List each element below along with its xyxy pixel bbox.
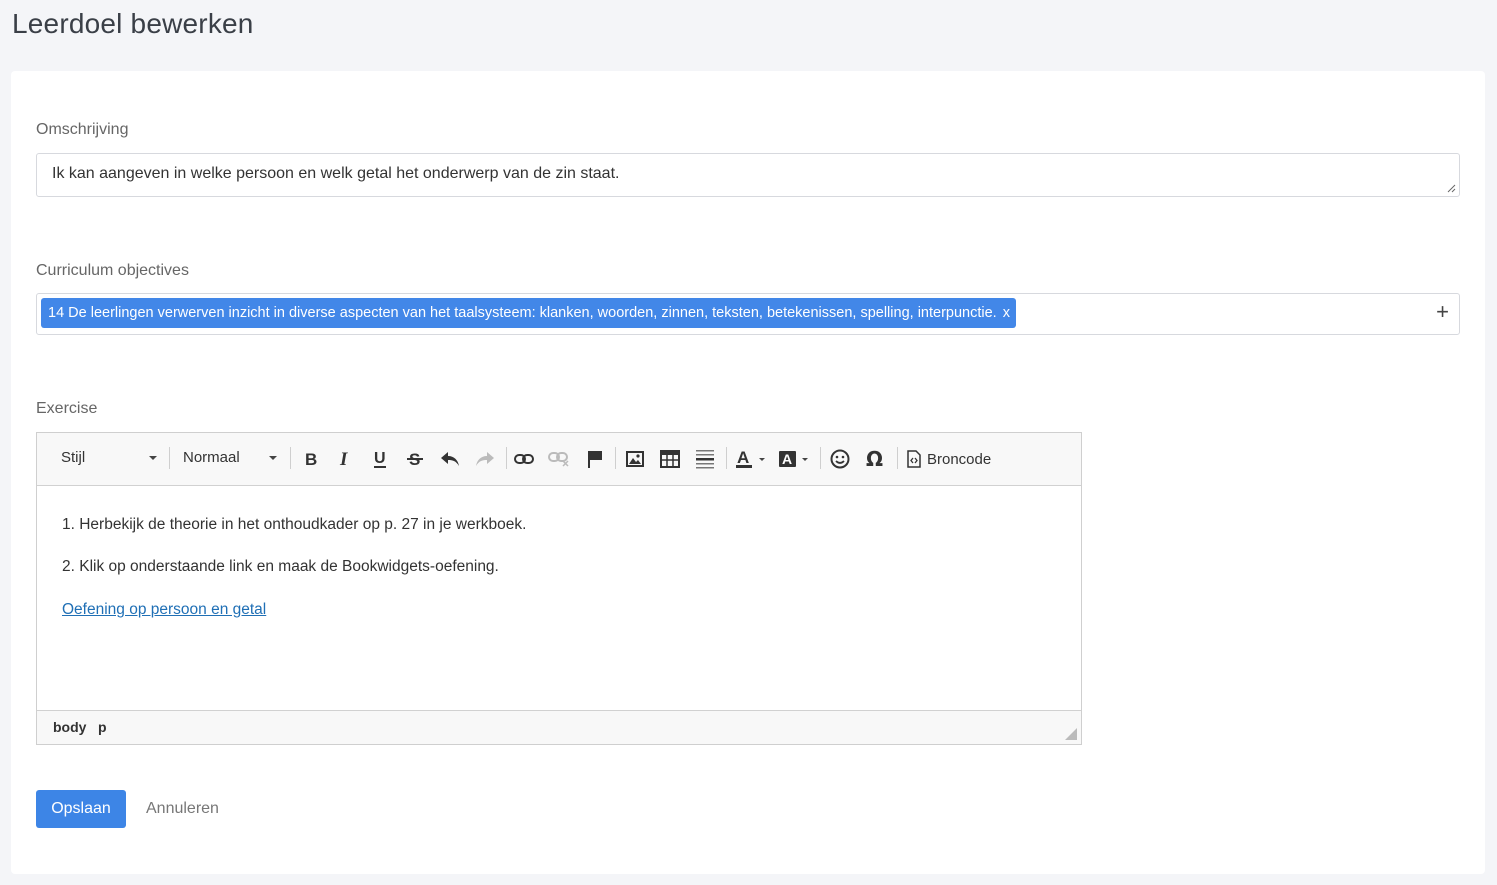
svg-text:A: A — [737, 449, 749, 467]
rich-text-editor: Stijl Normaal B I U S A A Ω Broncode 1. … — [36, 432, 1082, 745]
source-code-icon — [907, 450, 921, 468]
background-color-icon[interactable]: A — [777, 446, 811, 472]
chevron-down-icon — [149, 456, 157, 460]
strikethrough-icon[interactable]: S — [402, 446, 428, 472]
bold-icon[interactable]: B — [298, 446, 324, 472]
exercise-line-2: 2. Klik op onderstaande link en maak de … — [62, 558, 499, 575]
description-textarea[interactable]: Ik kan aangeven in welke persoon en welk… — [36, 153, 1460, 197]
resize-grip-icon[interactable] — [1447, 184, 1456, 193]
smiley-icon[interactable] — [827, 446, 853, 472]
text-color-icon[interactable]: A — [734, 446, 768, 472]
toolbar-divider — [820, 447, 821, 469]
path-p[interactable]: p — [98, 719, 107, 735]
curriculum-tag-text: 14 De leerlingen verwerven inzicht in di… — [48, 305, 997, 321]
table-icon[interactable] — [657, 446, 683, 472]
svg-text:B: B — [305, 450, 317, 468]
cancel-link[interactable]: Annuleren — [146, 800, 219, 818]
description-label: Omschrijving — [36, 121, 129, 138]
editor-statusbar: body p — [37, 710, 1081, 744]
image-icon[interactable] — [622, 446, 648, 472]
curriculum-tags-input[interactable]: 14 De leerlingen verwerven inzicht in di… — [36, 293, 1460, 335]
anchor-flag-icon[interactable] — [582, 446, 608, 472]
editor-toolbar: Stijl Normaal B I U S A A Ω Broncode — [37, 433, 1081, 486]
redo-icon[interactable] — [472, 446, 498, 472]
special-char-omega-icon[interactable]: Ω — [862, 446, 888, 472]
unlink-icon[interactable] — [546, 446, 572, 472]
underline-icon[interactable]: U — [367, 446, 393, 472]
page-title: Leerdoel bewerken — [12, 8, 254, 39]
format-dropdown-value: Normaal — [183, 449, 240, 466]
curriculum-label: Curriculum objectives — [36, 262, 189, 279]
toolbar-divider — [290, 447, 291, 469]
exercise-label: Exercise — [36, 400, 98, 417]
horizontal-rule-icon[interactable] — [692, 446, 718, 472]
toolbar-divider — [726, 447, 727, 469]
form-card: Omschrijving Ik kan aangeven in welke pe… — [11, 71, 1485, 874]
toolbar-divider — [169, 447, 170, 469]
path-body[interactable]: body — [53, 719, 86, 735]
undo-icon[interactable] — [437, 446, 463, 472]
add-objective-button[interactable]: + — [1436, 300, 1449, 324]
svg-text:Ω: Ω — [866, 449, 883, 469]
exercise-link[interactable]: Oefening op persoon en getal — [62, 601, 266, 618]
source-code-button[interactable]: Broncode — [907, 446, 991, 472]
editor-resize-icon[interactable] — [1065, 728, 1077, 740]
svg-text:A: A — [782, 451, 792, 467]
link-icon[interactable] — [511, 446, 537, 472]
style-dropdown[interactable]: Stijl — [61, 444, 157, 472]
svg-text:U: U — [374, 450, 386, 467]
toolbar-divider — [897, 447, 898, 469]
italic-icon[interactable]: I — [332, 446, 358, 472]
description-value[interactable]: Ik kan aangeven in welke persoon en welk… — [52, 165, 619, 183]
tag-remove-button[interactable]: x — [1003, 305, 1010, 321]
toolbar-divider — [506, 447, 507, 469]
source-code-label: Broncode — [927, 450, 992, 468]
curriculum-tag: 14 De leerlingen verwerven inzicht in di… — [41, 298, 1016, 328]
style-dropdown-value: Stijl — [61, 449, 86, 466]
toolbar-divider — [615, 447, 616, 469]
save-button[interactable]: Opslaan — [36, 790, 126, 828]
svg-text:I: I — [339, 450, 348, 468]
chevron-down-icon — [269, 456, 277, 460]
format-dropdown[interactable]: Normaal — [183, 444, 277, 472]
editor-content-area[interactable]: 1. Herbekijk de theorie in het onthoudka… — [37, 486, 1081, 710]
exercise-line-1: 1. Herbekijk de theorie in het onthoudka… — [62, 516, 527, 533]
